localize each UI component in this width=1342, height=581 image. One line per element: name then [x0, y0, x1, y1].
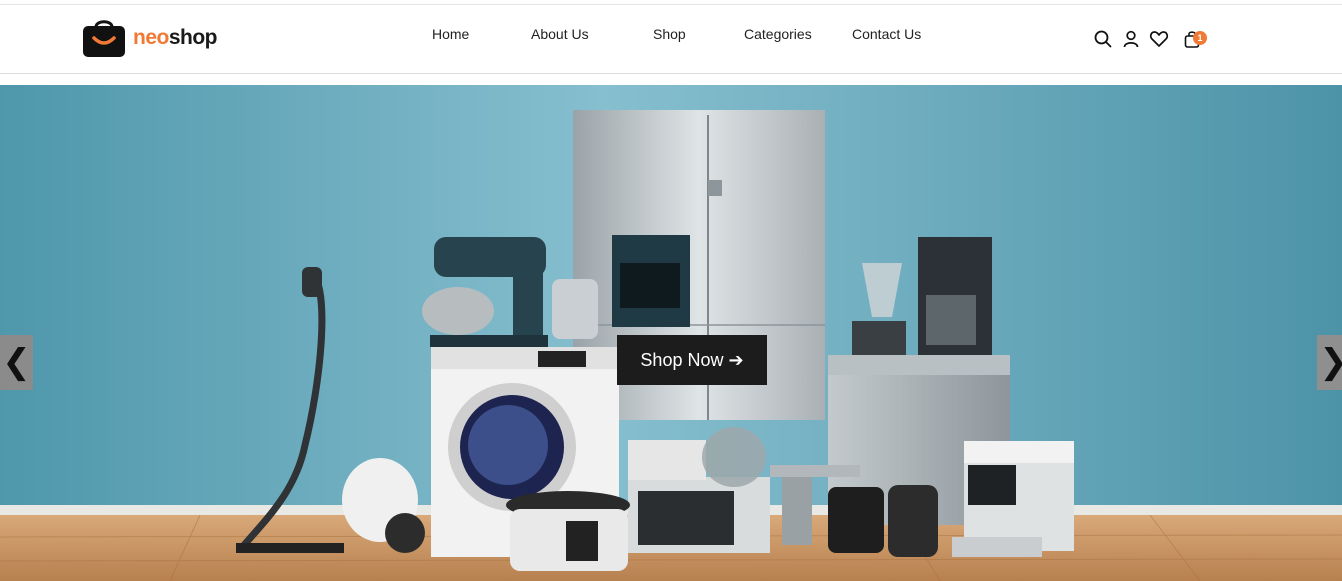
nav-item-home[interactable]: Home [432, 26, 469, 42]
site-header: neoshop Home About Us Shop Categories Co… [0, 4, 1342, 74]
cart-count-badge: 1 [1193, 31, 1207, 45]
slider-next-button[interactable]: ❯ [1317, 335, 1342, 390]
hero-image-appliances [0, 85, 1342, 581]
hero-slider: ❮ ❯ Shop Now ➔ [0, 85, 1342, 581]
nav-item-categories[interactable]: Categories [744, 26, 812, 42]
nav-item-shop[interactable]: Shop [653, 26, 686, 42]
shop-now-button[interactable]: Shop Now ➔ [617, 335, 767, 385]
search-icon[interactable] [1093, 29, 1113, 49]
user-icon[interactable] [1121, 29, 1141, 49]
slider-prev-button[interactable]: ❮ [0, 335, 33, 390]
nav-item-contact-us[interactable]: Contact Us [852, 26, 921, 42]
heart-icon[interactable] [1149, 29, 1169, 49]
nav-item-about-us[interactable]: About Us [531, 26, 589, 42]
